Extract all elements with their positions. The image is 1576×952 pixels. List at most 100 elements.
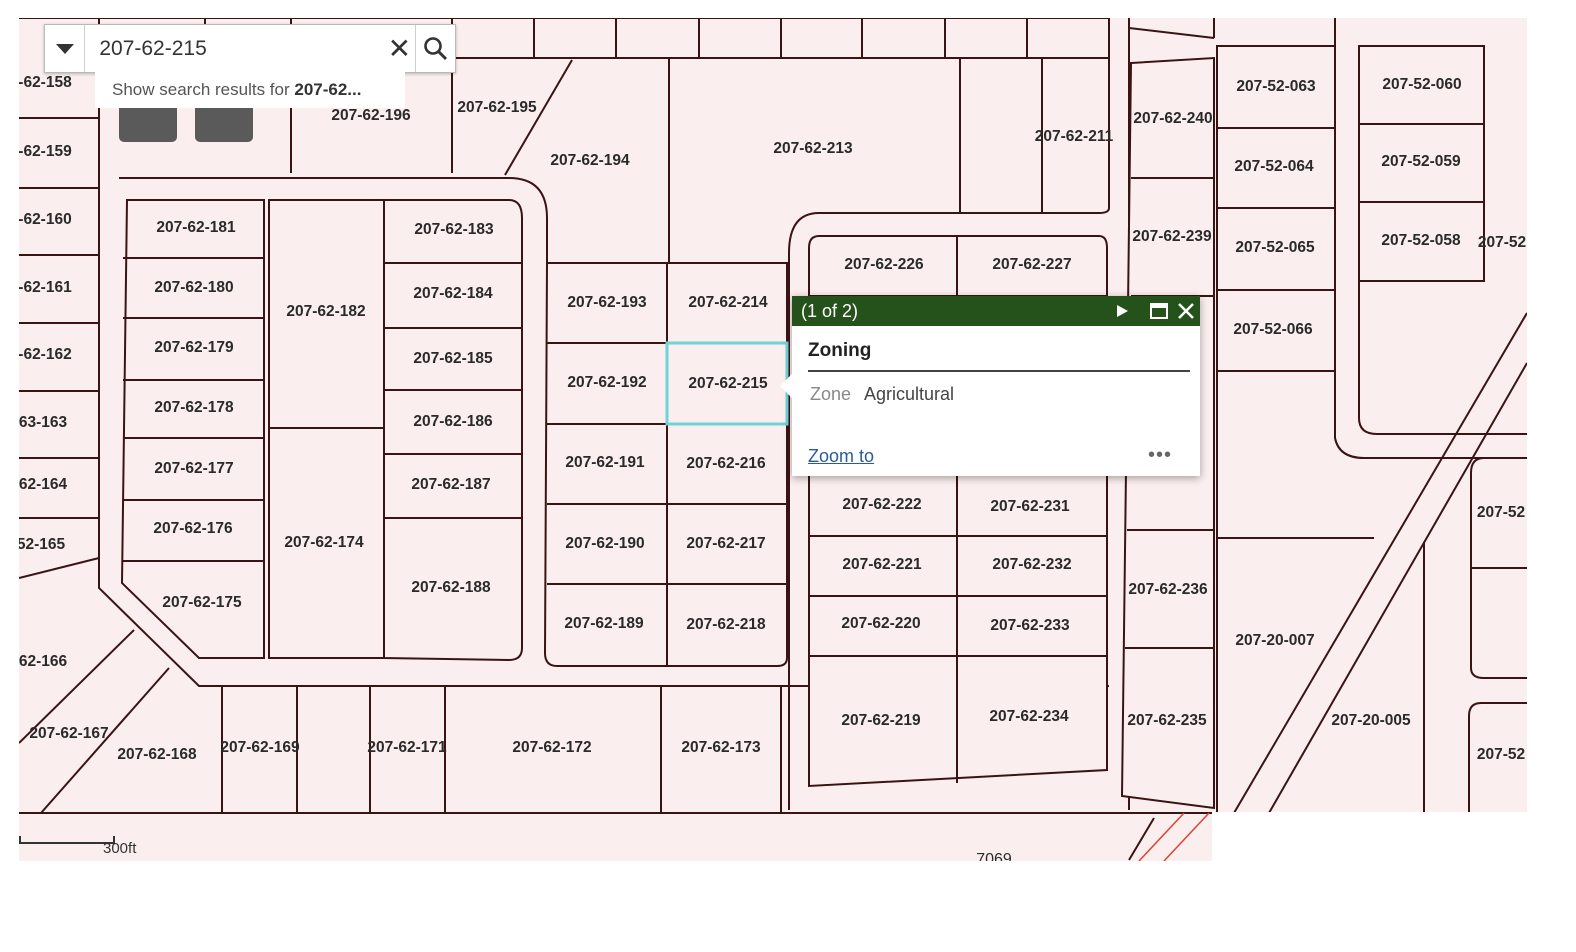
parcel-label[interactable]: 207-62-183 — [414, 221, 494, 238]
more-options-icon[interactable]: ••• — [1148, 444, 1172, 467]
popup-divider — [808, 370, 1190, 372]
parcel-label[interactable]: 207-52 — [1478, 234, 1526, 251]
draw-tool-button[interactable] — [119, 108, 177, 142]
search-suggestion[interactable]: Show search results for 207-62... — [95, 72, 405, 108]
parcel-label[interactable]: 207-62-176 — [153, 520, 233, 537]
parcel-label[interactable]: 207-62-181 — [156, 219, 236, 236]
parcel-label[interactable]: 207-62-217 — [686, 535, 765, 552]
parcel-label[interactable]: 207-62-192 — [567, 374, 646, 391]
parcel-label[interactable]: 207-52 — [1477, 504, 1525, 521]
parcel-label[interactable]: 207-62-190 — [565, 535, 644, 552]
parcel-label[interactable]: -62-159 — [19, 143, 72, 160]
map-edge-blank — [1212, 812, 1542, 872]
parcel-label[interactable]: 207-62-194 — [550, 152, 630, 169]
parcel-label[interactable]: 207-62-218 — [686, 616, 766, 633]
maximize-icon — [1150, 303, 1168, 319]
parcel-label[interactable]: 52-165 — [19, 536, 66, 553]
suggestion-term: 207-62... — [294, 80, 362, 99]
popup-pointer — [780, 374, 792, 398]
scale-label: 300ft — [103, 840, 137, 857]
parcel-label[interactable]: 207-62-215 — [688, 375, 768, 392]
parcel-label[interactable]: 207-62-175 — [162, 594, 242, 611]
parcel-label[interactable]: 207-62-226 — [844, 256, 924, 273]
search-input[interactable] — [85, 25, 384, 72]
parcel-label[interactable]: 207-62-182 — [286, 303, 365, 320]
parcel-label[interactable]: 207-62-213 — [773, 140, 853, 157]
parcel-label[interactable]: 207-62-234 — [989, 708, 1069, 725]
parcel-label[interactable]: 207-62-185 — [413, 350, 493, 367]
search-icon — [423, 36, 447, 60]
parcel-label[interactable]: 207-62-227 — [992, 256, 1071, 273]
parcel-label[interactable]: 207-62-188 — [411, 579, 491, 596]
popup-counter: (1 of 2) — [801, 300, 859, 321]
parcel-label[interactable]: 63-163 — [19, 414, 68, 431]
parcel-label[interactable]: 207-20-005 — [1331, 712, 1411, 729]
next-feature-button[interactable] — [1110, 296, 1134, 326]
parcel-label[interactable]: 207-62-193 — [567, 294, 647, 311]
parcel-label[interactable]: 207-62-187 — [411, 476, 490, 493]
parcel-label[interactable]: 207-62-167 — [29, 725, 108, 742]
attribute-name: Zone — [810, 384, 852, 404]
search-widget: ✕ — [44, 24, 456, 73]
parcel-label[interactable]: 207-52-060 — [1382, 76, 1461, 93]
search-source-dropdown[interactable] — [45, 25, 86, 72]
parcel-label[interactable]: 207-62-178 — [154, 399, 234, 416]
parcel-label[interactable]: 207-62-211 — [1035, 128, 1114, 145]
parcel-label[interactable]: 207-62-177 — [154, 460, 233, 477]
parcel-label[interactable]: 207-52-065 — [1235, 239, 1315, 256]
parcel-label[interactable]: 207-62-239 — [1132, 228, 1212, 245]
parcel-label[interactable]: 207-62-240 — [1133, 110, 1212, 127]
parcel-label[interactable]: 207-62-196 — [331, 107, 411, 124]
parcel-label[interactable]: 207-52 — [1477, 746, 1525, 763]
parcel-label[interactable]: 207-52-063 — [1236, 78, 1316, 95]
parcel-map[interactable]: -62-158 -62-159 -62-160 -62-161 -62-162 63-16… — [19, 18, 1527, 861]
scale-bar — [19, 836, 115, 844]
parcel-label[interactable]: 207-62-172 — [512, 739, 591, 756]
parcel-label[interactable]: 207-62-195 — [457, 99, 537, 116]
parcel-label[interactable]: 207-62-231 — [990, 498, 1070, 515]
parcel-label[interactable]: 207-62-236 — [1128, 581, 1208, 598]
clear-icon[interactable]: ✕ — [383, 25, 415, 72]
parcel-label[interactable]: 207-62-220 — [841, 615, 920, 632]
parcel-label[interactable]: 207-62-191 — [565, 454, 645, 471]
parcel-label[interactable]: -62-161 — [19, 279, 72, 296]
parcel-label[interactable]: 207-62-186 — [413, 413, 493, 430]
parcel-label[interactable]: 62-164 — [19, 476, 68, 493]
parcel-label[interactable]: 207-52-064 — [1234, 158, 1314, 175]
parcel-label[interactable]: 207-62-171 — [367, 739, 447, 756]
attribute-value: Agricultural — [864, 384, 955, 404]
suggestion-prefix: Show search results for — [112, 80, 295, 99]
maximize-button[interactable] — [1146, 296, 1172, 326]
parcel-label[interactable]: 207-62-179 — [154, 339, 234, 356]
search-button[interactable] — [415, 25, 455, 72]
parcel-label[interactable]: 207-62-168 — [117, 746, 197, 763]
parcel-label[interactable]: -62-158 — [19, 74, 72, 91]
parcel-label[interactable]: 207-62-216 — [686, 455, 766, 472]
parcel-label[interactable]: 207-52-058 — [1381, 232, 1461, 249]
parcel-label[interactable]: 207-52-066 — [1233, 321, 1313, 338]
parcel-label[interactable]: 207-62-219 — [841, 712, 921, 729]
feature-popup: (1 of 2) Zoning Zone Agricultural Zoom t… — [780, 296, 1200, 476]
parcel-label[interactable]: 207-62-221 — [842, 556, 922, 573]
zoom-to-link[interactable]: Zoom to — [808, 446, 874, 467]
parcel-label[interactable]: 207-62-184 — [413, 285, 493, 302]
parcel-label[interactable]: 207-62-174 — [284, 534, 364, 551]
parcel-map-canvas[interactable]: -62-158 -62-159 -62-160 -62-161 -62-162 63-16… — [19, 18, 1527, 861]
parcel-label[interactable]: 207-62-232 — [992, 556, 1071, 573]
close-icon — [1178, 303, 1194, 319]
parcel-label[interactable]: 207-20-007 — [1235, 632, 1314, 649]
parcel-label[interactable]: 207-62-173 — [681, 739, 761, 756]
parcel-label[interactable]: -62-162 — [19, 346, 72, 363]
parcel-label[interactable]: 207-52-059 — [1381, 153, 1461, 170]
parcel-label[interactable]: 62-166 — [19, 653, 68, 670]
parcel-label[interactable]: 207-62-233 — [990, 617, 1070, 634]
parcel-label[interactable]: -62-160 — [19, 211, 72, 228]
close-button[interactable] — [1174, 296, 1198, 326]
parcel-label[interactable]: 207-62-169 — [220, 739, 300, 756]
parcel-label[interactable]: 207-62-189 — [564, 615, 644, 632]
parcel-label[interactable]: 207-62-222 — [842, 496, 921, 513]
parcel-label[interactable]: 207-62-214 — [688, 294, 768, 311]
parcel-label[interactable]: 207-62-235 — [1127, 712, 1207, 729]
select-tool-button[interactable] — [195, 108, 253, 142]
parcel-label[interactable]: 207-62-180 — [154, 279, 233, 296]
